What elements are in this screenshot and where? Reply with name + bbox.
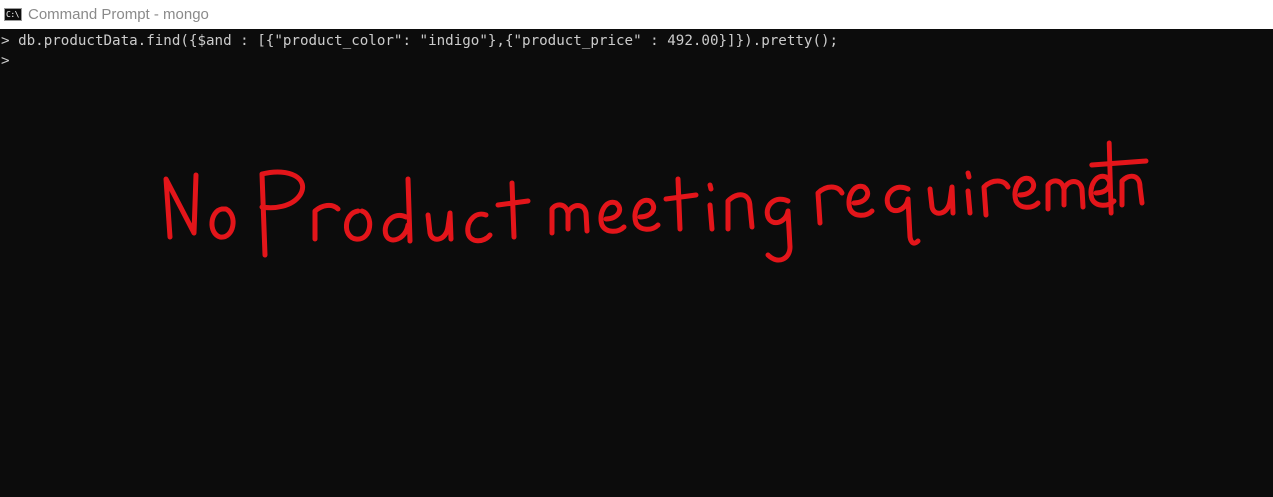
handwritten-annotation (163, 140, 1149, 263)
prompt-symbol: > (1, 33, 10, 49)
command-prompt-window: C:\ Command Prompt - mongo > db.productD… (0, 0, 1273, 497)
title-bar[interactable]: C:\ Command Prompt - mongo (0, 0, 1273, 29)
console-line: > (1, 50, 10, 72)
cmd-icon: C:\ (4, 8, 22, 21)
prompt-symbol: > (1, 53, 10, 69)
console-output[interactable]: > db.productData.find({$and : [{"product… (0, 29, 1273, 497)
window-title: Command Prompt - mongo (28, 6, 209, 23)
cmd-icon-glyph: C:\ (6, 10, 19, 19)
console-line: > db.productData.find({$and : [{"product… (1, 30, 838, 52)
console-command: db.productData.find({$and : [{"product_c… (9, 33, 839, 49)
